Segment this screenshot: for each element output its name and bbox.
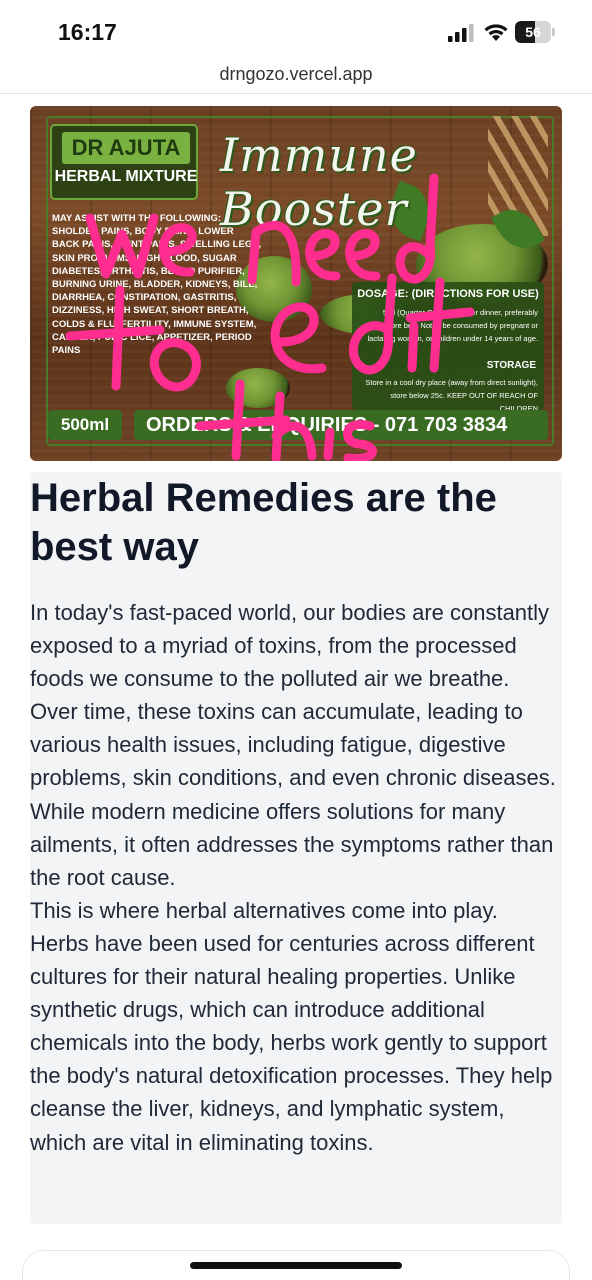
- battery-level: 56: [525, 24, 541, 40]
- article-paragraph: This is where herbal alternatives come i…: [30, 897, 553, 1155]
- battery-icon: 56: [515, 21, 555, 43]
- address-bar[interactable]: drngozo.vercel.app: [0, 58, 592, 94]
- handwritten-annotation: [65, 173, 475, 461]
- article-title: Herbal Remedies are the best way: [30, 476, 497, 569]
- status-time: 16:17: [58, 19, 117, 45]
- signal-icon: [448, 24, 474, 42]
- url-text[interactable]: drngozo.vercel.app: [0, 58, 592, 90]
- article-paragraph: In today's fast-paced world, our bodies …: [30, 600, 556, 890]
- article-section: Herbal Remedies are the best way In toda…: [30, 472, 562, 1224]
- status-bar: 16:17 56: [0, 0, 592, 58]
- hero-product-image: DR AJUTA HERBAL MIXTURE Immune Booster M…: [30, 106, 562, 461]
- article-body: In today's fast-paced world, our bodies …: [30, 596, 562, 1159]
- wifi-icon: [484, 24, 508, 41]
- home-indicator[interactable]: [190, 1262, 402, 1269]
